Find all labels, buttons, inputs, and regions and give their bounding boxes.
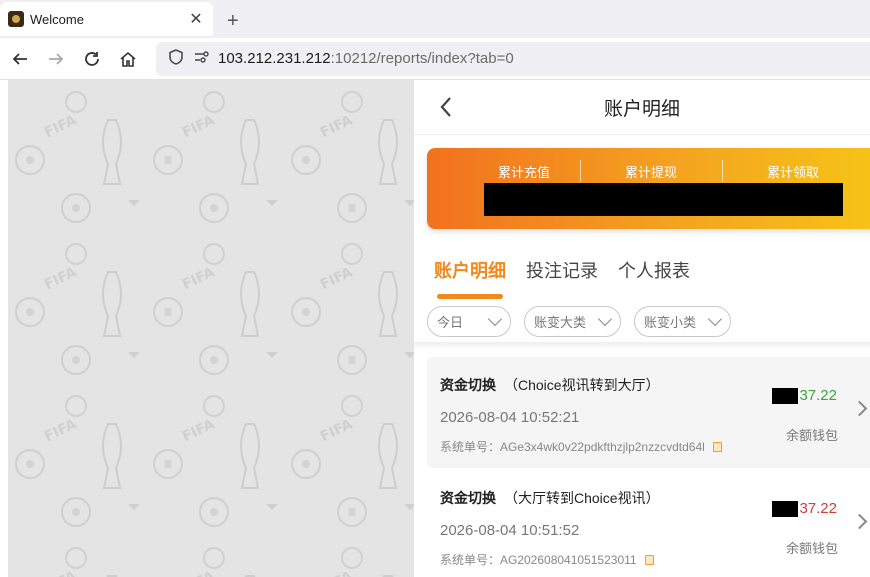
background-pattern-area: FIFA — [8, 80, 414, 577]
redacted-sign — [772, 500, 799, 517]
record-type: 资金切换 — [440, 490, 496, 506]
redacted-sign — [772, 387, 799, 404]
redacted-values — [484, 183, 843, 216]
record-title: 资金切换 （大厅转到Choice视讯） — [440, 488, 660, 508]
browser-tab[interactable]: Welcome ✕ — [0, 2, 213, 36]
account-details-panel: 账户明细 累计充值 累计提现 累计领取 账户明细 投注记录 个人报表 今日 账变… — [414, 80, 870, 577]
record-order-number: 系统单号：AGe3x4wk0v22pdkfthzjlp2nzzcvdtd64l — [440, 440, 705, 454]
reload-icon[interactable] — [74, 41, 110, 77]
tab-personal-report[interactable]: 个人报表 — [618, 257, 690, 283]
summary-card: 累计充值 累计提现 累计领取 — [427, 148, 870, 229]
record-title: 资金切换 （Choice视讯转到大厅） — [440, 375, 660, 395]
filter-label: 今日 — [437, 315, 464, 330]
tab-bet-records[interactable]: 投注记录 — [526, 257, 598, 283]
forward-arrow-icon[interactable] — [38, 41, 74, 77]
chevron-right-icon[interactable] — [851, 513, 868, 530]
record-amount: 37.22 — [772, 387, 837, 404]
chevron-right-icon[interactable] — [851, 400, 868, 417]
home-icon[interactable] — [110, 41, 146, 77]
record-time: 2026-08-04 10:52:21 — [440, 409, 580, 426]
record-amount-value: 37.22 — [799, 387, 837, 404]
chevron-down-icon — [707, 311, 723, 326]
record-amount: 37.22 — [772, 500, 837, 517]
back-arrow-icon[interactable] — [2, 41, 38, 77]
browser-tab-bar: Welcome ✕ + — [0, 0, 870, 38]
record-order-row: 系统单号：AGe3x4wk0v22pdkfthzjlp2nzzcvdtd64l — [440, 438, 722, 455]
record-wallet: 余额钱包 — [785, 541, 838, 556]
filter-label: 账变小类 — [644, 315, 697, 330]
list-item[interactable]: 资金切换 （Choice视讯转到大厅） 2026-08-04 10:52:21 系… — [427, 357, 870, 468]
record-wallet: 余额钱包 — [785, 428, 838, 443]
filter-minor-type-dropdown[interactable]: 账变小类 — [634, 306, 731, 337]
filter-date-dropdown[interactable]: 今日 — [427, 306, 511, 337]
page-title: 账户明细 — [603, 98, 680, 120]
record-desc: （Choice视讯转到大厅） — [504, 377, 660, 393]
back-chevron-icon[interactable] — [436, 94, 458, 120]
close-tab-icon[interactable]: ✕ — [187, 9, 205, 29]
section-tabs: 账户明细 投注记录 个人报表 — [434, 257, 690, 299]
new-tab-icon[interactable]: + — [227, 4, 239, 38]
record-desc: （大厅转到Choice视讯） — [504, 490, 660, 506]
tab-title: Welcome — [30, 11, 84, 27]
copy-icon[interactable] — [644, 554, 654, 565]
record-order-number: 系统单号：AG202608041051523011 — [440, 553, 637, 567]
address-bar[interactable]: 103.212.231.212:10212/reports/index?tab=… — [156, 41, 870, 76]
page-viewport: FIFA 账户明细 累计充值 累计提现 累计领取 账户明细 投注记录 个人报表 — [0, 80, 870, 577]
shield-icon[interactable] — [166, 49, 186, 68]
summary-label-deposit: 累计充值 — [497, 165, 550, 180]
filter-label: 账变大类 — [534, 315, 587, 330]
record-type: 资金切换 — [440, 377, 496, 393]
filter-bar: 今日 账变大类 账变小类 — [427, 306, 731, 337]
copy-icon[interactable] — [712, 441, 722, 452]
football-pattern-icon: FIFA — [8, 80, 414, 577]
url-host: 103.212.231.212 — [218, 50, 331, 67]
chevron-down-icon — [597, 311, 613, 326]
chevron-down-icon — [487, 311, 503, 326]
site-favicon-icon — [8, 11, 24, 27]
summary-label-claim: 累计领取 — [766, 165, 819, 180]
record-time: 2026-08-04 10:51:52 — [440, 522, 580, 539]
section-divider — [414, 342, 870, 350]
url-path: :10212/reports/index?tab=0 — [330, 50, 514, 67]
record-amount-value: 37.22 — [799, 500, 837, 517]
tab-account-details[interactable]: 账户明细 — [434, 257, 506, 299]
browser-nav-bar: 103.212.231.212:10212/reports/index?tab=… — [0, 38, 870, 80]
site-permissions-icon[interactable] — [192, 50, 212, 67]
panel-header: 账户明细 — [414, 80, 870, 135]
filter-major-type-dropdown[interactable]: 账变大类 — [524, 306, 621, 337]
summary-label-withdraw: 累计提现 — [624, 165, 677, 180]
list-item[interactable]: 资金切换 （大厅转到Choice视讯） 2026-08-04 10:51:52 系… — [427, 470, 870, 577]
record-order-row: 系统单号：AG202608041051523011 — [440, 551, 654, 568]
